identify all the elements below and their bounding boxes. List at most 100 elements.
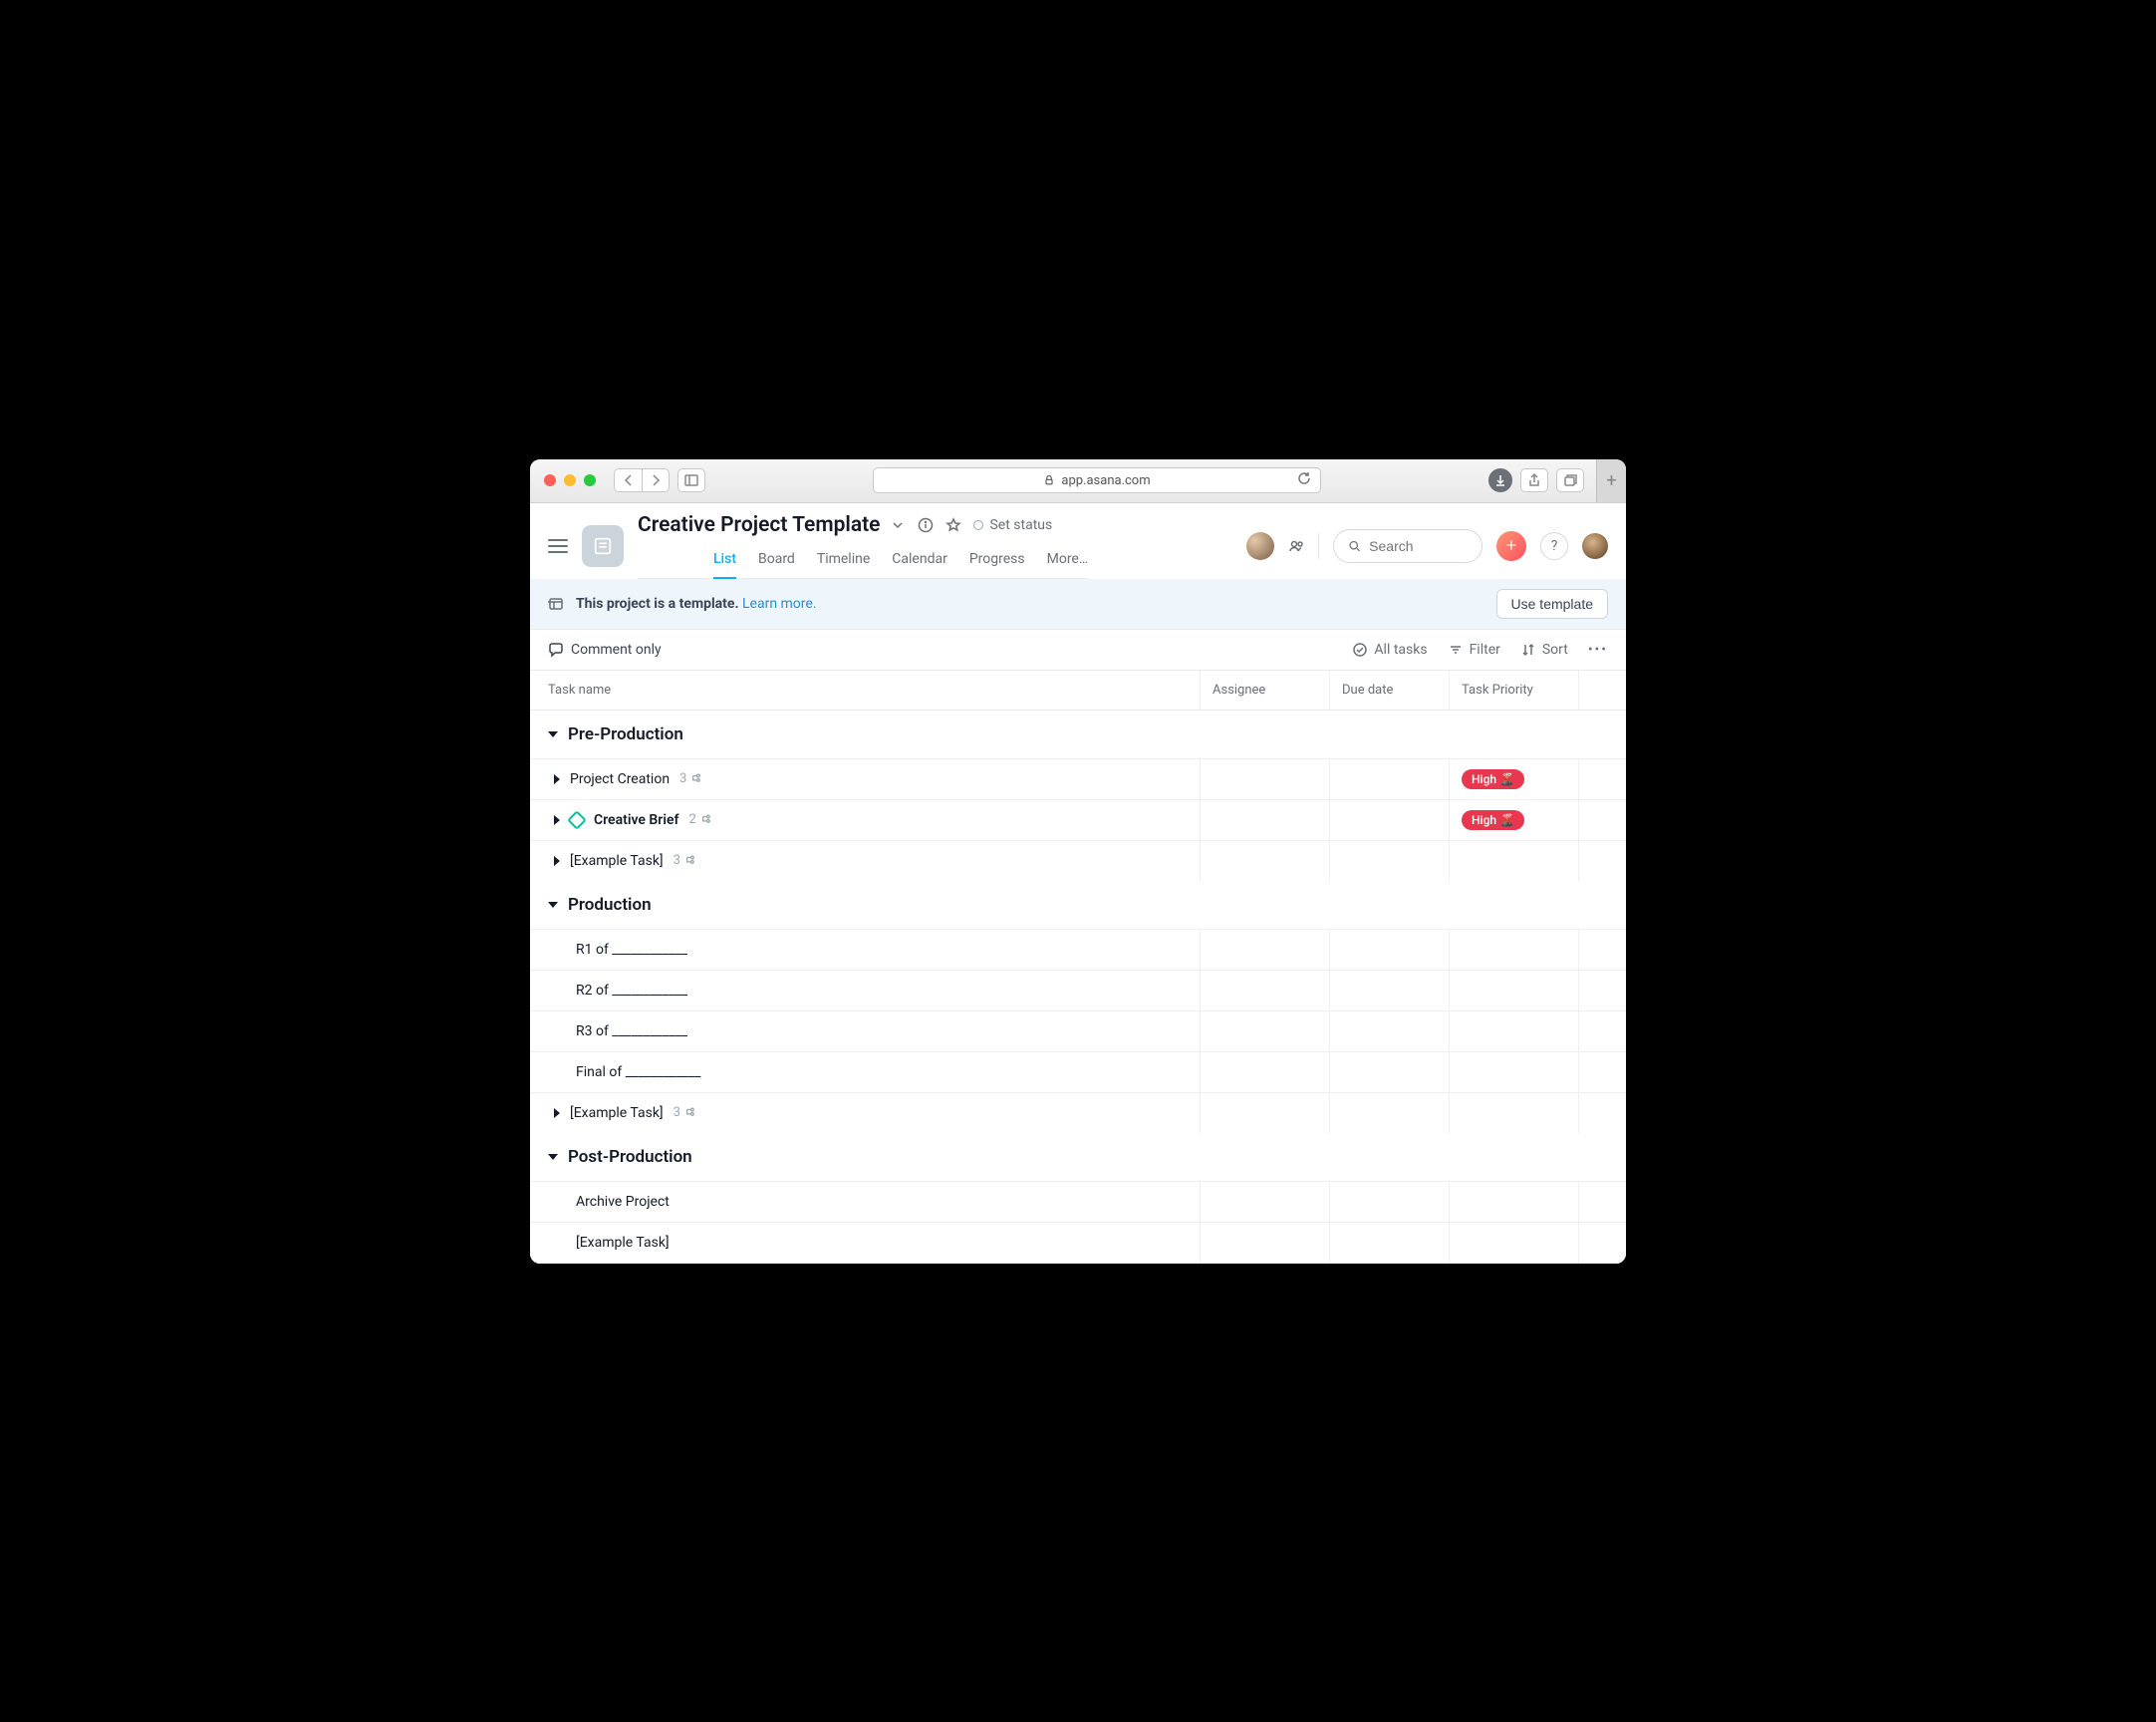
all-tasks-button[interactable]: All tasks bbox=[1352, 642, 1427, 658]
project-icon[interactable] bbox=[582, 525, 624, 567]
sort-button[interactable]: Sort bbox=[1520, 642, 1568, 658]
task-row[interactable]: R1 of ____________ bbox=[530, 929, 1626, 970]
col-due-date[interactable]: Due date bbox=[1329, 671, 1449, 710]
sidebar-toggle-button[interactable] bbox=[677, 468, 705, 492]
tab-progress[interactable]: Progress bbox=[969, 545, 1025, 578]
assignee-cell[interactable] bbox=[1200, 759, 1329, 799]
due-date-cell[interactable] bbox=[1329, 1052, 1449, 1092]
col-priority[interactable]: Task Priority bbox=[1449, 671, 1578, 710]
task-row[interactable]: [Example Task] bbox=[530, 1222, 1626, 1264]
task-row[interactable]: [Example Task]3 bbox=[530, 840, 1626, 881]
assignee-cell[interactable] bbox=[1200, 1011, 1329, 1051]
info-icon[interactable] bbox=[918, 517, 934, 533]
task-row[interactable]: [Example Task]3 bbox=[530, 1092, 1626, 1133]
filter-button[interactable]: Filter bbox=[1448, 642, 1500, 658]
menu-toggle[interactable] bbox=[548, 539, 568, 553]
chevron-down-icon[interactable] bbox=[890, 517, 906, 533]
task-caret-icon[interactable] bbox=[554, 774, 560, 784]
task-row[interactable]: R3 of ____________ bbox=[530, 1010, 1626, 1051]
back-button[interactable] bbox=[614, 468, 642, 492]
assignee-cell[interactable] bbox=[1200, 841, 1329, 881]
row-actions-cell[interactable] bbox=[1578, 971, 1626, 1010]
priority-cell[interactable] bbox=[1449, 1011, 1578, 1051]
search-box[interactable] bbox=[1333, 529, 1482, 563]
priority-cell[interactable] bbox=[1449, 1093, 1578, 1133]
due-date-cell[interactable] bbox=[1329, 1011, 1449, 1051]
reload-button[interactable] bbox=[1296, 470, 1312, 490]
assignee-cell[interactable] bbox=[1200, 1182, 1329, 1222]
quick-add-button[interactable]: + bbox=[1496, 531, 1526, 561]
share-button[interactable] bbox=[1520, 468, 1548, 492]
banner-learn-more-link[interactable]: Learn more. bbox=[742, 596, 817, 612]
due-date-cell[interactable] bbox=[1329, 759, 1449, 799]
section-caret-icon[interactable] bbox=[548, 731, 558, 737]
row-actions-cell[interactable] bbox=[1578, 1052, 1626, 1092]
col-assignee[interactable]: Assignee bbox=[1200, 671, 1329, 710]
tab-board[interactable]: Board bbox=[758, 545, 795, 578]
col-add[interactable] bbox=[1578, 671, 1626, 710]
row-actions-cell[interactable] bbox=[1578, 759, 1626, 799]
due-date-cell[interactable] bbox=[1329, 800, 1449, 840]
row-actions-cell[interactable] bbox=[1578, 1093, 1626, 1133]
assignee-cell[interactable] bbox=[1200, 1052, 1329, 1092]
task-row[interactable]: R2 of ____________ bbox=[530, 970, 1626, 1010]
new-tab-button[interactable]: + bbox=[1596, 459, 1626, 503]
tab-more[interactable]: More… bbox=[1047, 545, 1089, 578]
due-date-cell[interactable] bbox=[1329, 930, 1449, 970]
due-date-cell[interactable] bbox=[1329, 1093, 1449, 1133]
help-button[interactable]: ? bbox=[1540, 532, 1568, 560]
window-close[interactable] bbox=[544, 474, 556, 486]
comment-only-indicator[interactable]: Comment only bbox=[548, 642, 662, 658]
due-date-cell[interactable] bbox=[1329, 1182, 1449, 1222]
tab-list[interactable]: List bbox=[713, 545, 736, 579]
section-header[interactable]: Production bbox=[530, 881, 1626, 929]
priority-cell[interactable] bbox=[1449, 930, 1578, 970]
row-actions-cell[interactable] bbox=[1578, 841, 1626, 881]
priority-cell[interactable] bbox=[1449, 1182, 1578, 1222]
section-header[interactable]: Post-Production bbox=[530, 1133, 1626, 1181]
assignee-cell[interactable] bbox=[1200, 1093, 1329, 1133]
tab-calendar[interactable]: Calendar bbox=[892, 545, 947, 578]
row-actions-cell[interactable] bbox=[1578, 930, 1626, 970]
tabs-button[interactable] bbox=[1556, 468, 1584, 492]
member-avatar[interactable] bbox=[1246, 532, 1274, 560]
row-actions-cell[interactable] bbox=[1578, 1182, 1626, 1222]
priority-cell[interactable]: High 🌋 bbox=[1449, 759, 1578, 799]
task-row[interactable]: Project Creation3 High 🌋 bbox=[530, 758, 1626, 799]
downloads-button[interactable] bbox=[1488, 468, 1512, 492]
task-row[interactable]: Archive Project bbox=[530, 1181, 1626, 1222]
row-actions-cell[interactable] bbox=[1578, 800, 1626, 840]
priority-cell[interactable] bbox=[1449, 1052, 1578, 1092]
window-zoom[interactable] bbox=[584, 474, 596, 486]
row-actions-cell[interactable] bbox=[1578, 1223, 1626, 1263]
more-actions-button[interactable]: ••• bbox=[1588, 642, 1608, 658]
search-input[interactable] bbox=[1369, 538, 1468, 554]
task-caret-icon[interactable] bbox=[554, 815, 560, 825]
set-status-button[interactable]: Set status bbox=[973, 517, 1052, 533]
due-date-cell[interactable] bbox=[1329, 1223, 1449, 1263]
task-row[interactable]: Creative Brief2 High 🌋 bbox=[530, 799, 1626, 840]
project-title[interactable]: Creative Project Template bbox=[638, 513, 880, 537]
address-bar[interactable]: app.asana.com bbox=[873, 467, 1321, 493]
user-avatar[interactable] bbox=[1582, 533, 1608, 559]
task-caret-icon[interactable] bbox=[554, 1108, 560, 1118]
section-caret-icon[interactable] bbox=[548, 1154, 558, 1160]
tab-timeline[interactable]: Timeline bbox=[817, 545, 870, 578]
assignee-cell[interactable] bbox=[1200, 971, 1329, 1010]
forward-button[interactable] bbox=[642, 468, 670, 492]
star-icon[interactable] bbox=[945, 517, 961, 533]
task-caret-icon[interactable] bbox=[554, 856, 560, 866]
task-row[interactable]: Final of ____________ bbox=[530, 1051, 1626, 1092]
row-actions-cell[interactable] bbox=[1578, 1011, 1626, 1051]
priority-cell[interactable] bbox=[1449, 841, 1578, 881]
priority-cell[interactable]: High 🌋 bbox=[1449, 800, 1578, 840]
assignee-cell[interactable] bbox=[1200, 800, 1329, 840]
section-caret-icon[interactable] bbox=[548, 902, 558, 908]
priority-cell[interactable] bbox=[1449, 1223, 1578, 1263]
use-template-button[interactable]: Use template bbox=[1496, 589, 1608, 619]
assignee-cell[interactable] bbox=[1200, 1223, 1329, 1263]
col-task-name[interactable]: Task name bbox=[530, 671, 1200, 710]
priority-cell[interactable] bbox=[1449, 971, 1578, 1010]
due-date-cell[interactable] bbox=[1329, 841, 1449, 881]
window-minimize[interactable] bbox=[564, 474, 576, 486]
